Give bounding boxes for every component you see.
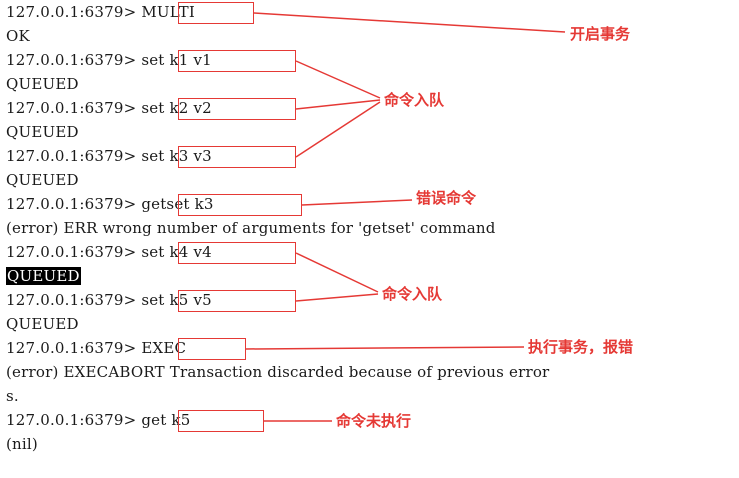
- terminal-output: 127.0.0.1:6379> MULTI OK 127.0.0.1:6379>…: [0, 0, 739, 478]
- set-k4-highlight: [178, 242, 296, 264]
- set-k1-highlight: [178, 50, 296, 72]
- annotation-commands-queued-2: 命令入队: [382, 285, 443, 303]
- annotation-start-transaction: 开启事务: [570, 25, 631, 43]
- terminal-line: 127.0.0.1:6379> get k5: [6, 411, 191, 429]
- terminal-line: OK: [6, 27, 30, 45]
- error-line: (error) EXECABORT Transaction discarded …: [6, 363, 550, 381]
- set-k5-highlight: [178, 290, 296, 312]
- terminal-line: 127.0.0.1:6379> EXEC: [6, 339, 187, 357]
- terminal-line: 127.0.0.1:6379> MULTI: [6, 3, 195, 21]
- terminal-line: QUEUED: [6, 123, 79, 141]
- terminal-line: s.: [6, 387, 19, 405]
- terminal-line: QUEUED: [6, 315, 79, 333]
- terminal-line: (nil): [6, 435, 38, 453]
- error-line: (error) ERR wrong number of arguments fo…: [6, 219, 496, 237]
- get-k5-highlight: [178, 410, 264, 432]
- terminal-line: QUEUED: [6, 75, 79, 93]
- set-k3-highlight: [178, 146, 296, 168]
- annotation-error-command: 错误命令: [416, 189, 477, 207]
- terminal-line-selected: QUEUED: [6, 267, 81, 285]
- exec-command-highlight: [178, 338, 246, 360]
- terminal-line: QUEUED: [6, 171, 79, 189]
- annotation-not-executed: 命令未执行: [336, 412, 412, 430]
- annotation-exec-error: 执行事务，报错: [528, 338, 634, 356]
- multi-command-highlight: [178, 2, 254, 24]
- set-k2-highlight: [178, 98, 296, 120]
- annotation-commands-queued: 命令入队: [384, 91, 445, 109]
- getset-k3-highlight: [178, 194, 302, 216]
